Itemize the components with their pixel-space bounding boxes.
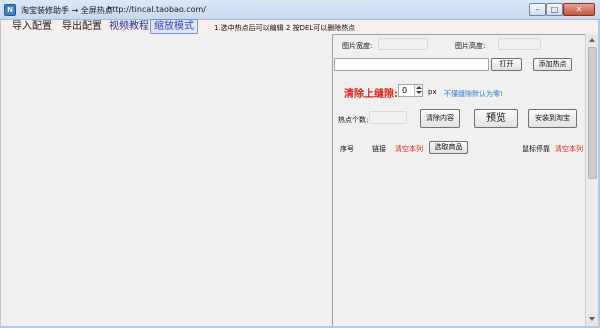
menu-export-config[interactable]: 导出配置 (62, 20, 102, 34)
clear-hover-column[interactable]: 清空本列 (555, 144, 583, 154)
add-hotspot-button[interactable]: 添加热点 (533, 58, 572, 71)
install-to-taobao-button[interactable]: 安装到淘宝 (528, 109, 577, 128)
gap-hint-text: 不懂缝隙默认为零! (444, 90, 503, 98)
hotspot-count-field (369, 111, 407, 124)
window-url: http://tincal.taobao.com/ (107, 5, 206, 14)
clear-content-button[interactable]: 清除内容 (420, 109, 460, 128)
image-width-field (378, 38, 428, 50)
hotspot-panel: 图片宽度: 图片高度: 打开 添加热点 清除上缝隙: 0 px 不懂缝隙默认为零… (332, 34, 585, 326)
menu-import-config[interactable]: 导入配置 (12, 20, 52, 34)
menu-bar: 导入配置 导出配置 视频教程 缩放模式 1.选中热点后可以编辑 2 按DEL可以… (0, 19, 600, 34)
image-path-input[interactable] (334, 58, 489, 71)
clear-link-column[interactable]: 清空本列 (395, 144, 423, 154)
column-index-header: 序号 (340, 145, 354, 153)
spin-down-icon[interactable] (416, 91, 422, 94)
window-title: 淘宝装修助手 → 全屏热点 (21, 6, 113, 15)
minimize-button[interactable]: – (529, 3, 546, 16)
gap-value: 0 (402, 86, 408, 95)
column-hover-header: 鼠标停靠 (522, 145, 550, 153)
image-height-label: 图片高度: (455, 42, 486, 50)
image-width-label: 图片宽度: (342, 42, 373, 50)
clear-gap-label: 清除上缝隙: (344, 89, 398, 100)
open-button[interactable]: 打开 (491, 58, 522, 71)
title-bar: N 淘宝装修助手 → 全屏热点 http://tincal.taobao.com… (0, 0, 600, 20)
panel-scrollbar[interactable] (585, 34, 598, 326)
menu-hint-text: 1.选中热点后可以编辑 2 按DEL可以删除热点 (214, 24, 356, 32)
menu-video-tutorial[interactable]: 视频教程 (109, 20, 149, 34)
column-link-header: 链接 (372, 145, 386, 153)
image-canvas[interactable] (1, 34, 332, 326)
maximize-button[interactable]: □ (546, 3, 563, 16)
scroll-thumb[interactable] (588, 47, 597, 179)
window-frame-left (0, 20, 1, 328)
spinner-arrows-icon[interactable] (414, 85, 422, 96)
gap-spinner[interactable]: 0 (398, 84, 423, 97)
scroll-up-icon[interactable] (587, 35, 598, 46)
scroll-down-icon[interactable] (587, 314, 598, 325)
preview-button[interactable]: 预览 (474, 109, 518, 128)
spin-up-icon[interactable] (416, 86, 422, 89)
gap-unit-label: px (428, 88, 437, 96)
app-icon: N (4, 4, 16, 16)
menu-zoom-mode[interactable]: 缩放模式 (150, 19, 198, 34)
image-height-field (498, 38, 541, 50)
hotspot-count-label: 热点个数: (338, 116, 369, 124)
select-product-button[interactable]: 选取商品 (429, 141, 468, 154)
close-button[interactable]: ✕ (563, 3, 595, 16)
